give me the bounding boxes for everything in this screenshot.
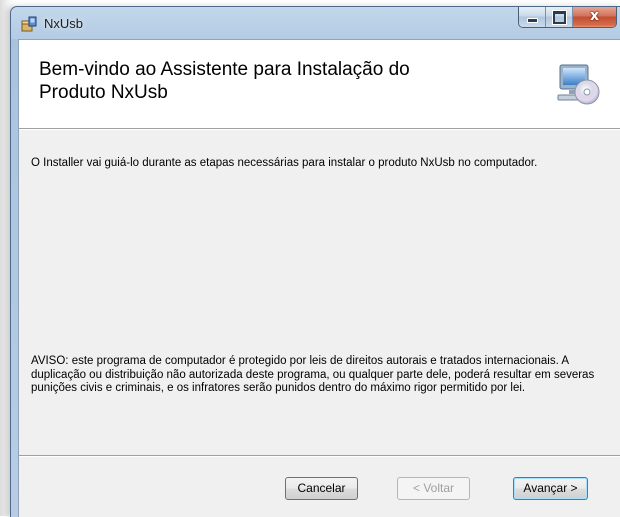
page-title-line-1: Bem-vindo ao Assistente para Instalação … bbox=[39, 59, 410, 80]
page-title: Bem-vindo ao Assistente para Instalação … bbox=[39, 58, 529, 104]
installer-box-icon bbox=[21, 16, 37, 32]
copyright-warning: AVISO: este programa de computador é pro… bbox=[31, 355, 595, 394]
close-icon: x bbox=[589, 8, 600, 24]
maximize-button[interactable] bbox=[546, 7, 573, 27]
maximize-icon bbox=[553, 11, 566, 24]
installer-window: NxUsb x Bem-vindo ao Assistente para Ins… bbox=[10, 6, 620, 517]
intro-text: O Installer vai guiá-lo durante as etapa… bbox=[31, 157, 538, 169]
caption-buttons: x bbox=[518, 7, 617, 28]
next-button[interactable]: Avançar > bbox=[513, 477, 588, 500]
back-button[interactable]: < Voltar bbox=[397, 477, 470, 500]
computer-cd-icon bbox=[557, 64, 600, 105]
dialog-client-area: Bem-vindo ao Assistente para Instalação … bbox=[18, 39, 620, 517]
minimize-icon bbox=[527, 18, 538, 23]
page-title-line-2: Produto NxUsb bbox=[39, 82, 168, 103]
footer-divider-highlight bbox=[19, 456, 620, 457]
cancel-button[interactable]: Cancelar bbox=[285, 477, 358, 500]
window-title: NxUsb bbox=[44, 16, 84, 31]
minimize-button[interactable] bbox=[519, 7, 546, 27]
close-button[interactable]: x bbox=[573, 7, 616, 27]
banner-separator bbox=[19, 129, 620, 130]
header-banner: Bem-vindo ao Assistente para Instalação … bbox=[19, 40, 620, 129]
title-bar[interactable]: NxUsb x bbox=[11, 7, 620, 39]
